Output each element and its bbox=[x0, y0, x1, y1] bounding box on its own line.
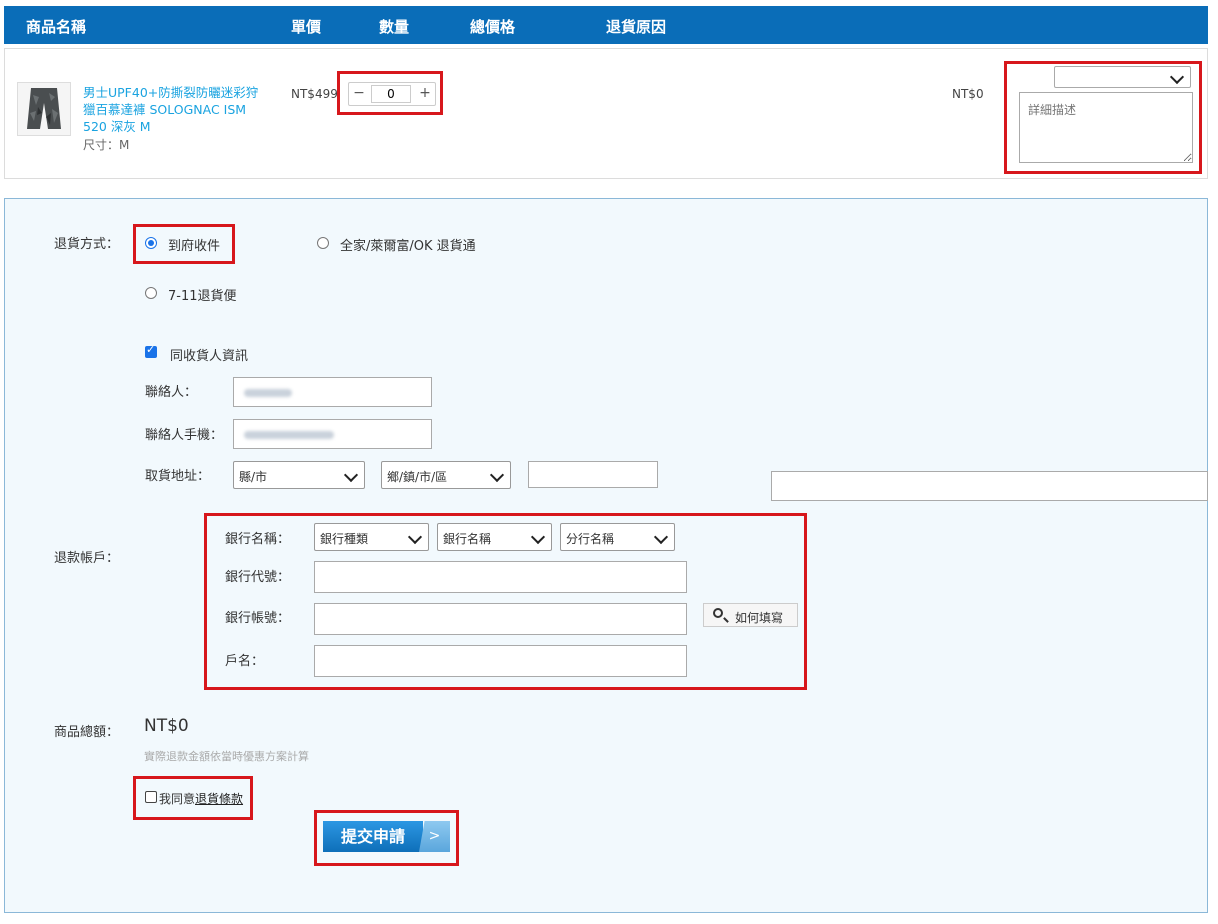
branch-select-value: 分行名稱 bbox=[566, 532, 615, 546]
zoom-in-icon bbox=[713, 608, 723, 618]
product-name-link[interactable]: 男士UPF40+防撕裂防曬迷彩狩 獵百慕達褲 SOLOGNAC ISM 520 … bbox=[83, 84, 268, 135]
bank-name-select[interactable]: 銀行名稱 bbox=[437, 523, 552, 551]
same-as-recipient-checkbox[interactable] bbox=[145, 343, 157, 358]
table-header: 商品名稱 單價 數量 總價格 退貨原因 bbox=[4, 6, 1208, 44]
return-detail-textarea[interactable] bbox=[1019, 92, 1193, 163]
agree-terms-checkbox[interactable] bbox=[145, 791, 157, 803]
contact-name-field[interactable] bbox=[233, 377, 432, 407]
increase-quantity-button[interactable]: + bbox=[415, 83, 435, 105]
quantity-stepper: − + bbox=[348, 82, 436, 106]
refund-note: 實際退款金額依當時優惠方案計算 bbox=[144, 750, 309, 763]
postal-code-field[interactable] bbox=[528, 461, 658, 488]
return-reason-select[interactable] bbox=[1054, 66, 1191, 88]
bank-code-label: 銀行代號： bbox=[225, 570, 291, 585]
return-method-label: 退貨方式： bbox=[54, 237, 120, 252]
return-method-option-home[interactable]: 到府收件 bbox=[168, 235, 220, 254]
submit-label: 提交申請 bbox=[323, 821, 423, 852]
shorts-image-icon bbox=[27, 88, 61, 129]
return-method-option-711[interactable]: 7-11退貨便 bbox=[168, 285, 237, 304]
decrease-quantity-button[interactable]: − bbox=[349, 83, 369, 105]
return-method-option-convenience[interactable]: 全家/萊爾富/OK 退貨通 bbox=[340, 235, 476, 254]
redacted-value bbox=[244, 389, 292, 397]
redacted-value bbox=[244, 431, 334, 439]
line-total: NT$0 bbox=[952, 87, 984, 101]
agree-terms-prefix: 我同意 bbox=[159, 792, 196, 806]
how-to-fill-label: 如何填寫 bbox=[735, 611, 784, 625]
header-return-reason: 退貨原因 bbox=[606, 18, 667, 36]
district-select[interactable]: 鄉/鎮/市/區 bbox=[381, 461, 511, 489]
product-total-value: NT$0 bbox=[144, 716, 189, 736]
county-select[interactable]: 縣/市 bbox=[233, 461, 365, 489]
product-total-label: 商品總額： bbox=[54, 725, 120, 740]
account-holder-field[interactable] bbox=[314, 645, 687, 677]
contact-phone-label: 聯絡人手機： bbox=[145, 428, 224, 443]
product-size: 尺寸：M bbox=[83, 138, 130, 152]
return-method-radio-convenience[interactable] bbox=[317, 237, 329, 249]
product-name-line: 520 深灰 M bbox=[83, 119, 151, 134]
bank-account-label: 銀行帳號： bbox=[225, 611, 291, 626]
contact-name-label: 聯絡人： bbox=[145, 385, 198, 400]
return-terms-link[interactable]: 退貨條款 bbox=[195, 792, 243, 806]
header-unit-price: 單價 bbox=[291, 18, 322, 36]
street-address-field[interactable] bbox=[771, 471, 1208, 501]
product-name-line: 獵百慕達褲 SOLOGNAC ISM bbox=[83, 102, 247, 117]
submit-application-button[interactable]: 提交申請 > bbox=[323, 821, 450, 852]
chevron-down-icon bbox=[407, 529, 423, 545]
header-quantity: 數量 bbox=[379, 18, 410, 36]
branch-select[interactable]: 分行名稱 bbox=[560, 523, 675, 551]
agree-terms: 我同意退貨條款 bbox=[159, 790, 243, 807]
chevron-down-icon bbox=[530, 529, 546, 545]
bank-type-select[interactable]: 銀行種類 bbox=[314, 523, 429, 551]
bank-name-label: 銀行名稱： bbox=[225, 532, 291, 547]
quantity-input[interactable] bbox=[371, 85, 411, 103]
refund-account-label: 退款帳戶： bbox=[54, 551, 120, 566]
bank-type-select-value: 銀行種類 bbox=[320, 532, 369, 546]
bank-code-field[interactable] bbox=[314, 561, 687, 593]
chevron-down-icon bbox=[653, 529, 669, 545]
header-product-name: 商品名稱 bbox=[26, 18, 87, 36]
contact-phone-field[interactable] bbox=[233, 419, 432, 449]
district-select-value: 鄉/鎮/市/區 bbox=[387, 470, 448, 484]
chevron-down-icon bbox=[489, 467, 505, 483]
header-total-price: 總價格 bbox=[470, 18, 516, 36]
product-name-line: 男士UPF40+防撕裂防曬迷彩狩 bbox=[83, 85, 259, 100]
unit-price: NT$499 bbox=[291, 87, 338, 101]
bank-name-select-value: 銀行名稱 bbox=[443, 532, 492, 546]
pickup-address-label: 取貨地址： bbox=[145, 469, 211, 484]
how-to-fill-button[interactable]: 如何填寫 bbox=[703, 603, 798, 627]
chevron-down-icon bbox=[1169, 69, 1185, 85]
chevron-down-icon bbox=[343, 467, 359, 483]
product-thumbnail[interactable] bbox=[17, 82, 71, 136]
bank-account-field[interactable] bbox=[314, 603, 687, 635]
return-method-radio-home[interactable] bbox=[145, 237, 157, 249]
arrow-right-icon: > bbox=[419, 821, 450, 852]
account-holder-label: 戶名： bbox=[225, 654, 265, 669]
return-method-radio-711[interactable] bbox=[145, 287, 157, 299]
county-select-value: 縣/市 bbox=[239, 470, 268, 484]
same-as-recipient-label: 同收貨人資訊 bbox=[170, 349, 249, 364]
